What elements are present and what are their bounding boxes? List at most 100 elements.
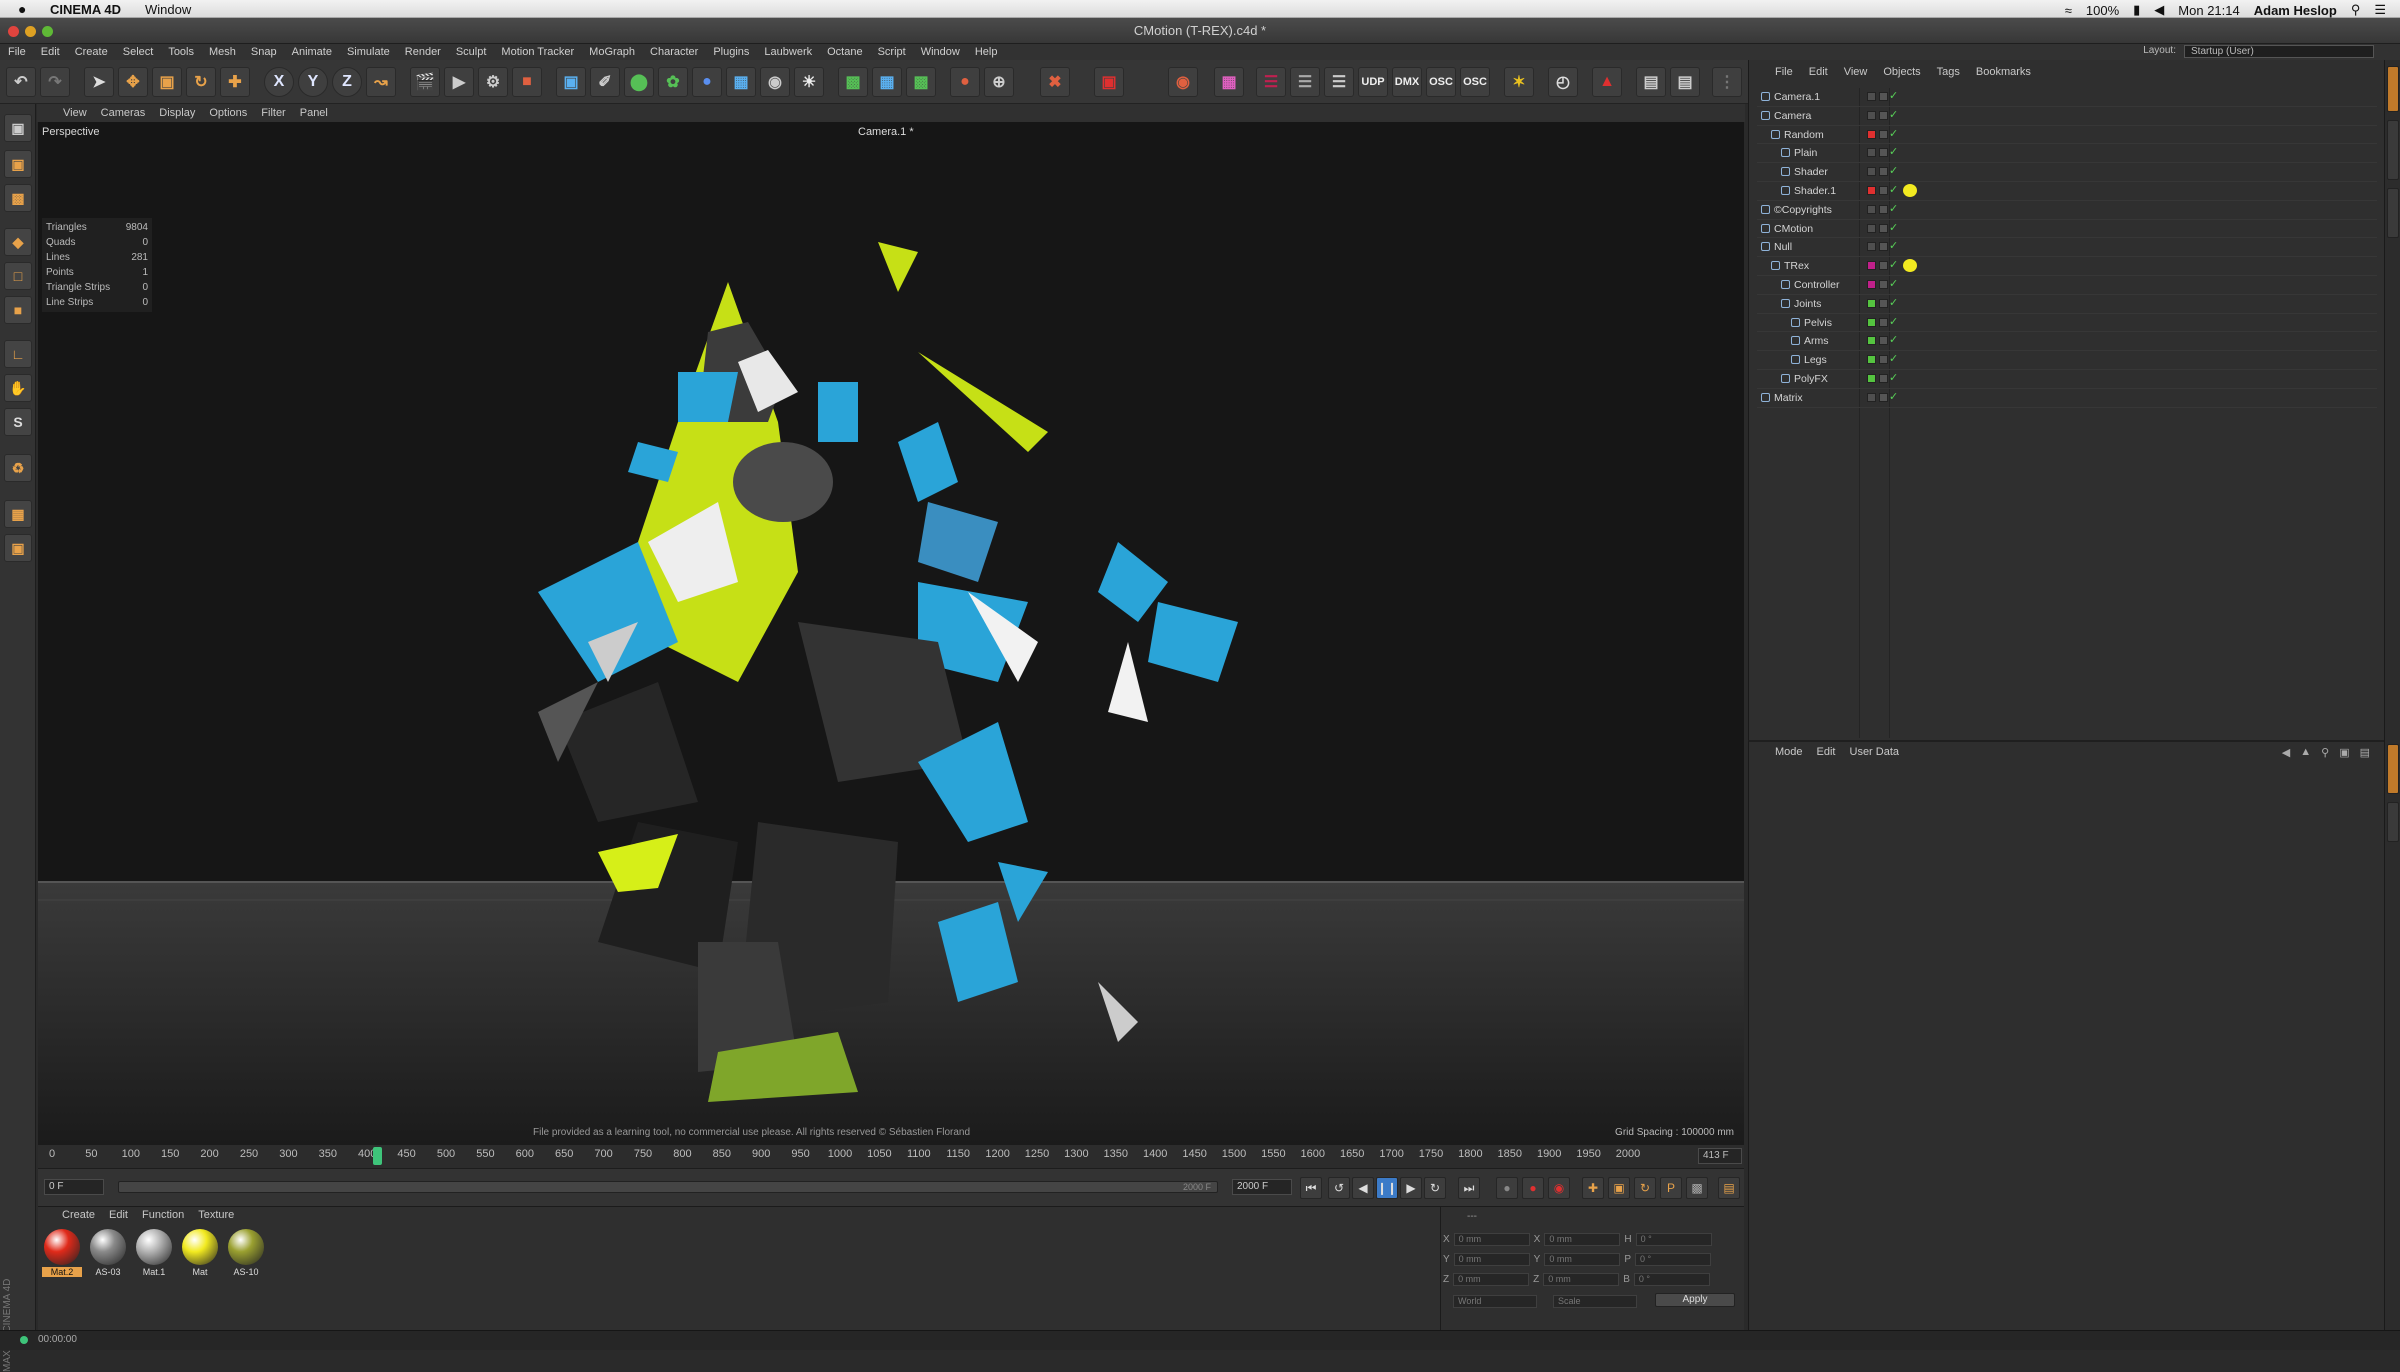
menu-snap[interactable]: Snap <box>251 46 277 58</box>
play-icon[interactable]: ▶ <box>1400 1177 1422 1199</box>
obj-menu-edit[interactable]: Edit <box>1809 66 1828 78</box>
new-panel-icon[interactable]: ▤ <box>2360 746 2370 759</box>
points-mode-icon[interactable]: ◆ <box>4 228 32 256</box>
menu-simulate[interactable]: Simulate <box>347 46 390 58</box>
enabled-check-icon[interactable]: ✓ <box>1889 202 1898 215</box>
vp-menu-panel[interactable]: Panel <box>300 107 328 119</box>
rot-b-field[interactable]: 0 ° <box>1633 1273 1710 1286</box>
obj-menu-objects[interactable]: Objects <box>1883 66 1920 78</box>
battery-icon[interactable]: ▮ <box>2133 2 2140 18</box>
material-swatch[interactable]: AS-03 <box>88 1229 128 1285</box>
notifications-icon[interactable]: ☰ <box>2374 2 2386 18</box>
layer-color-flag[interactable] <box>1867 279 1876 289</box>
visibility-flag[interactable] <box>1879 223 1888 233</box>
obj-menu-bookmarks[interactable]: Bookmarks <box>1976 66 2031 78</box>
visibility-flag[interactable] <box>1879 298 1888 308</box>
snap-lock-icon[interactable]: ⊕ <box>984 67 1014 97</box>
visibility-flag[interactable] <box>1879 336 1888 346</box>
spotlight-icon[interactable]: ⚲ <box>2351 2 2361 18</box>
object-row[interactable]: Matrix ✓ <box>1757 389 2377 408</box>
subdivision-surface-icon[interactable]: ⬤ <box>624 67 654 97</box>
tab-objects[interactable] <box>2387 66 2399 112</box>
goto-end-icon[interactable]: ⏭ <box>1458 1177 1480 1199</box>
move-tool-icon[interactable]: ✥ <box>118 67 148 97</box>
plugin-panel-a-icon[interactable]: ▤ <box>1636 67 1666 97</box>
select-tool-icon[interactable]: ➤ <box>84 67 114 97</box>
obj-menu-tags[interactable]: Tags <box>1937 66 1960 78</box>
back-arrow-icon[interactable]: ◀ <box>2282 746 2290 759</box>
pos-z-field[interactable]: 0 mm <box>1453 1273 1530 1286</box>
material-swatch[interactable]: Mat <box>180 1229 220 1285</box>
menu-tools[interactable]: Tools <box>168 46 194 58</box>
object-tag-icon[interactable] <box>1903 183 1917 197</box>
axis-mode-icon[interactable]: ∟ <box>4 340 32 368</box>
enabled-check-icon[interactable]: ✓ <box>1889 239 1898 252</box>
frame-range-slider[interactable]: 2000 F <box>118 1181 1218 1193</box>
enabled-check-icon[interactable]: ✓ <box>1889 315 1898 328</box>
mat-menu-function[interactable]: Function <box>142 1209 184 1221</box>
model-mode-icon[interactable]: ▣ <box>4 150 32 178</box>
visibility-flag[interactable] <box>1879 185 1888 195</box>
menu-select[interactable]: Select <box>123 46 154 58</box>
layer-color-flag[interactable] <box>1867 148 1876 158</box>
visibility-flag[interactable] <box>1879 317 1888 327</box>
apply-button[interactable]: Apply <box>1655 1293 1735 1307</box>
size-x-field[interactable]: 0 mm <box>1544 1233 1621 1246</box>
object-row[interactable]: ©Copyrights ✓ <box>1757 201 2377 220</box>
object-tag-icon[interactable] <box>1903 259 1917 273</box>
key-rotation-icon[interactable]: ↻ <box>1634 1177 1656 1199</box>
object-row[interactable]: Pelvis ✓ <box>1757 314 2377 333</box>
tab-attributes[interactable] <box>2387 744 2399 794</box>
effector-icon[interactable]: ● <box>950 67 980 97</box>
size-z-field[interactable]: 0 mm <box>1543 1273 1620 1286</box>
plugin-panel-b-icon[interactable]: ▤ <box>1670 67 1700 97</box>
osc-button[interactable]: OSC <box>1460 67 1490 97</box>
material-swatch[interactable]: AS-10 <box>226 1229 266 1285</box>
menu-character[interactable]: Character <box>650 46 698 58</box>
attr-menu-user-data[interactable]: User Data <box>1850 746 1900 758</box>
layer-color-flag[interactable] <box>1867 242 1876 252</box>
perspective-viewport[interactable]: Perspective Camera.1 * Triangles 9804 Qua… <box>38 122 1744 1144</box>
size-y-field[interactable]: 0 mm <box>1544 1253 1621 1266</box>
menu-octane[interactable]: Octane <box>827 46 862 58</box>
enabled-check-icon[interactable]: ✓ <box>1889 258 1898 271</box>
plugin-gizmo-icon[interactable]: ✶ <box>1504 67 1534 97</box>
axis-y-button[interactable]: Y <box>298 67 328 97</box>
visibility-flag[interactable] <box>1879 148 1888 158</box>
pos-y-field[interactable]: 0 mm <box>1453 1253 1530 1266</box>
obj-menu-view[interactable]: View <box>1844 66 1868 78</box>
up-arrow-icon[interactable]: ▲ <box>2300 746 2311 759</box>
tab-layers[interactable] <box>2387 802 2399 842</box>
pause-icon[interactable]: ❙❙ <box>1376 1177 1398 1199</box>
light-object-icon[interactable]: ☀ <box>794 67 824 97</box>
enabled-check-icon[interactable]: ✓ <box>1889 127 1898 140</box>
toolbar-overflow-icon[interactable]: ⋮ <box>1712 67 1742 97</box>
layout-dropdown[interactable]: Startup (User) <box>2184 45 2374 58</box>
menu-edit[interactable]: Edit <box>41 46 60 58</box>
goto-start-icon[interactable]: ⏮ <box>1300 1177 1322 1199</box>
floor-scene-icon[interactable]: ▦ <box>726 67 756 97</box>
object-row[interactable]: Shader ✓ <box>1757 163 2377 182</box>
layer-color-flag[interactable] <box>1867 392 1876 402</box>
object-row[interactable]: Null ✓ <box>1757 238 2377 258</box>
autokey-icon[interactable]: ◉ <box>1548 1177 1570 1199</box>
object-row[interactable]: Shader.1 ✓ <box>1757 182 2377 201</box>
visibility-flag[interactable] <box>1879 392 1888 402</box>
material-swatch[interactable]: Mat.2 <box>42 1229 82 1285</box>
material-swatch[interactable]: Mat.1 <box>134 1229 174 1285</box>
plugin-eq-icon[interactable]: ☰ <box>1324 67 1354 97</box>
polygons-mode-icon[interactable]: ■ <box>4 296 32 324</box>
cube-object-icon[interactable]: ▣ <box>556 67 586 97</box>
object-row[interactable]: Random ✓ <box>1757 126 2377 145</box>
vp-menu-cameras[interactable]: Cameras <box>101 107 146 119</box>
coord-space-dropdown[interactable]: World <box>1453 1295 1537 1308</box>
menu-mesh[interactable]: Mesh <box>209 46 236 58</box>
plugin-chart-icon[interactable]: ▲ <box>1592 67 1622 97</box>
attr-menu-edit[interactable]: Edit <box>1817 746 1836 758</box>
layer-color-flag[interactable] <box>1867 298 1876 308</box>
object-row[interactable]: Legs ✓ <box>1757 351 2377 370</box>
last-tool-icon[interactable]: ✚ <box>220 67 250 97</box>
timeline-ruler[interactable]: 0 50 100 150 200 250 300 350 400 450 500 550 600 650 7… <box>38 1144 1744 1168</box>
enabled-check-icon[interactable]: ✓ <box>1889 221 1898 234</box>
obj-menu-file[interactable]: File <box>1775 66 1793 78</box>
